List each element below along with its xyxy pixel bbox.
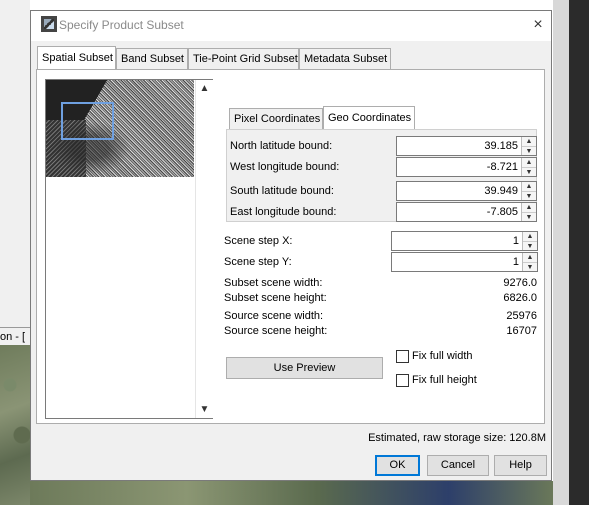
west-longitude-value[interactable]: -8.721: [487, 161, 518, 173]
west-longitude-label: West longitude bound:: [230, 161, 340, 173]
scene-step-x-value[interactable]: 1: [513, 235, 519, 247]
spin-up-icon[interactable]: ▲: [522, 182, 536, 191]
tab-spatial-subset[interactable]: Spatial Subset: [37, 46, 116, 69]
subset-selection-rectangle[interactable]: [61, 102, 114, 140]
scroll-down-icon[interactable]: ▼: [196, 401, 213, 418]
tab-band-subset[interactable]: Band Subset: [116, 48, 188, 69]
spin-down-icon[interactable]: ▼: [522, 146, 536, 155]
spinner-arrows[interactable]: ▲ ▼: [522, 232, 537, 250]
geo-coordinates-panel: North latitude bound: 39.185 ▲ ▼ West lon…: [226, 129, 537, 222]
west-longitude-spinner[interactable]: -8.721 ▲ ▼: [396, 157, 537, 177]
cancel-button[interactable]: Cancel: [427, 455, 489, 476]
spin-down-icon[interactable]: ▼: [523, 262, 537, 271]
fix-full-height-checkbox[interactable]: [396, 374, 409, 387]
tab-metadata-subset[interactable]: Metadata Subset: [299, 48, 391, 69]
tab-tie-point-grid-subset[interactable]: Tie-Point Grid Subset: [188, 48, 299, 69]
source-scene-height-label: Source scene height:: [224, 325, 328, 337]
spin-up-icon[interactable]: ▲: [523, 232, 537, 241]
storage-size-estimate: Estimated, raw storage size: 120.8M: [368, 432, 546, 444]
scroll-up-icon[interactable]: ▲: [196, 80, 213, 97]
app-icon: [41, 16, 57, 32]
east-longitude-value[interactable]: -7.805: [487, 206, 518, 218]
spinner-arrows[interactable]: ▲ ▼: [521, 203, 536, 221]
title-bar[interactable]: Specify Product Subset ×: [31, 11, 551, 41]
spin-down-icon[interactable]: ▼: [522, 191, 536, 200]
subset-scene-height-label: Subset scene height:: [224, 292, 327, 304]
source-scene-width-label: Source scene width:: [224, 310, 324, 322]
spinner-arrows[interactable]: ▲ ▼: [522, 253, 537, 271]
fix-full-height-label[interactable]: Fix full height: [412, 374, 477, 386]
subset-scene-width-value: 9276.0: [503, 277, 537, 289]
fix-full-width-checkbox[interactable]: [396, 350, 409, 363]
spinner-arrows[interactable]: ▲ ▼: [521, 182, 536, 200]
scene-step-y-value[interactable]: 1: [513, 256, 519, 268]
spinner-arrows[interactable]: ▲ ▼: [521, 137, 536, 155]
north-latitude-spinner[interactable]: 39.185 ▲ ▼: [396, 136, 537, 156]
tab-pixel-coordinates[interactable]: Pixel Coordinates: [229, 108, 323, 129]
spinner-arrows[interactable]: ▲ ▼: [521, 158, 536, 176]
scene-step-y-spinner[interactable]: 1 ▲ ▼: [391, 252, 538, 272]
north-latitude-label: North latitude bound:: [230, 140, 333, 152]
ok-button[interactable]: OK: [375, 455, 420, 476]
thumbnail-scrollbar[interactable]: ▲ ▼: [195, 80, 213, 418]
spin-up-icon[interactable]: ▲: [522, 137, 536, 146]
south-latitude-value[interactable]: 39.949: [484, 185, 518, 197]
scene-step-y-label: Scene step Y:: [224, 256, 292, 268]
background-dark-panel: [553, 0, 589, 505]
source-scene-height-value: 16707: [506, 325, 537, 337]
spin-down-icon[interactable]: ▼: [522, 167, 536, 176]
background-edge: [553, 0, 569, 505]
background-title-fragment: on - [: [0, 327, 30, 347]
south-latitude-spinner[interactable]: 39.949 ▲ ▼: [396, 181, 537, 201]
spatial-subset-panel: ▲ ▼ Pixel Coordinates Geo Coordinates No…: [36, 69, 545, 424]
spin-up-icon[interactable]: ▲: [522, 203, 536, 212]
scene-step-x-label: Scene step X:: [224, 235, 293, 247]
dialog-title: Specify Product Subset: [59, 18, 184, 32]
background-map-strip: [30, 481, 553, 505]
product-subset-dialog: Specify Product Subset × Spatial Subset …: [30, 10, 552, 481]
north-latitude-value[interactable]: 39.185: [484, 140, 518, 152]
south-latitude-label: South latitude bound:: [230, 185, 334, 197]
fix-full-width-label[interactable]: Fix full width: [412, 350, 473, 362]
east-longitude-spinner[interactable]: -7.805 ▲ ▼: [396, 202, 537, 222]
thumbnail-preview: ▲ ▼: [45, 79, 213, 419]
tab-geo-coordinates[interactable]: Geo Coordinates: [323, 106, 415, 129]
subset-scene-height-value: 6826.0: [503, 292, 537, 304]
source-scene-width-value: 25976: [506, 310, 537, 322]
spin-up-icon[interactable]: ▲: [523, 253, 537, 262]
background-map: [0, 345, 30, 505]
east-longitude-label: East longitude bound:: [230, 206, 337, 218]
use-preview-button[interactable]: Use Preview: [226, 357, 383, 379]
spin-down-icon[interactable]: ▼: [523, 241, 537, 250]
help-button[interactable]: Help: [494, 455, 547, 476]
subset-scene-width-label: Subset scene width:: [224, 277, 323, 289]
scene-step-x-spinner[interactable]: 1 ▲ ▼: [391, 231, 538, 251]
close-icon[interactable]: ×: [527, 14, 549, 36]
spin-down-icon[interactable]: ▼: [522, 212, 536, 221]
spin-up-icon[interactable]: ▲: [522, 158, 536, 167]
